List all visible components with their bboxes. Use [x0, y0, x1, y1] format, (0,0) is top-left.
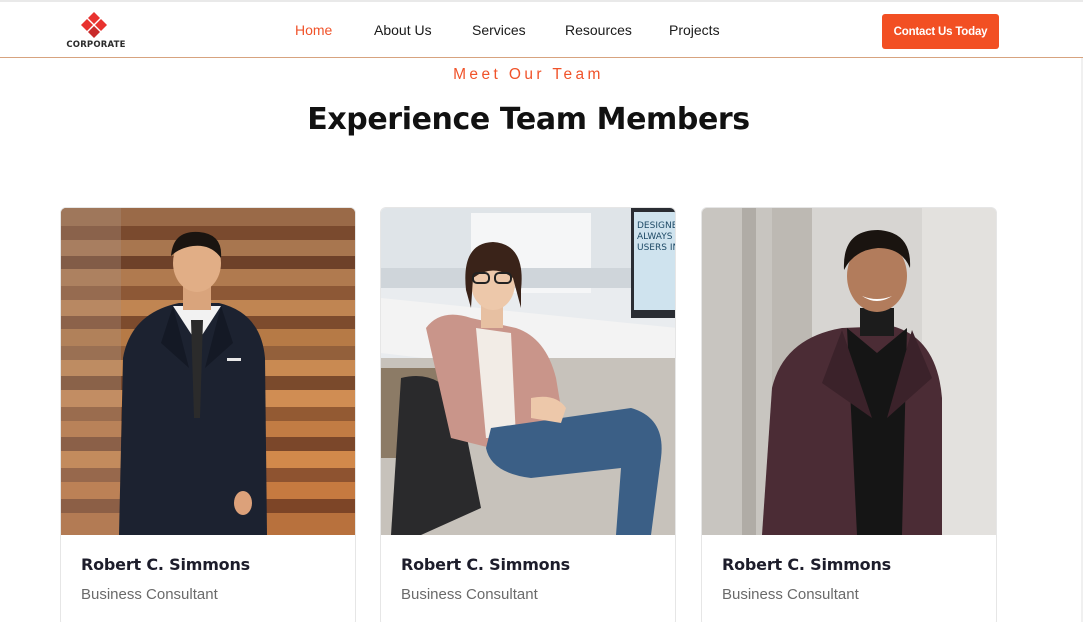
site-header: CORPORATE Home About Us Services Resourc…	[0, 0, 1083, 58]
section-title: Experience Team Members	[307, 102, 750, 137]
team-member-card[interactable]: Robert C. Simmons Business Consultant	[60, 207, 356, 622]
member-name: Robert C. Simmons	[722, 555, 891, 574]
nav-services[interactable]: Services	[472, 22, 526, 38]
member-name: Robert C. Simmons	[81, 555, 250, 574]
member-role: Business Consultant	[81, 586, 218, 603]
member-name: Robert C. Simmons	[401, 555, 570, 574]
contact-us-button[interactable]: Contact Us Today	[882, 14, 999, 49]
nav-projects[interactable]: Projects	[669, 22, 720, 38]
svg-text:ALWAYS: ALWAYS	[637, 232, 673, 242]
team-member-card[interactable]: DESIGNE ALWAYS USERS IN Robert C. Simmon…	[380, 207, 676, 622]
nav-home[interactable]: Home	[295, 22, 332, 38]
member-role: Business Consultant	[722, 586, 859, 603]
nav-resources[interactable]: Resources	[565, 22, 632, 38]
member-photo: DESIGNE ALWAYS USERS IN	[381, 208, 676, 535]
member-photo	[61, 208, 355, 535]
nav-about-us[interactable]: About Us	[374, 22, 432, 38]
svg-text:DESIGNE: DESIGNE	[637, 221, 676, 231]
section-eyebrow: Meet Our Team	[453, 66, 604, 83]
member-photo	[702, 208, 996, 535]
member-role: Business Consultant	[401, 586, 538, 603]
svg-text:USERS IN: USERS IN	[637, 243, 676, 253]
team-member-card[interactable]: Robert C. Simmons Business Consultant	[701, 207, 997, 622]
